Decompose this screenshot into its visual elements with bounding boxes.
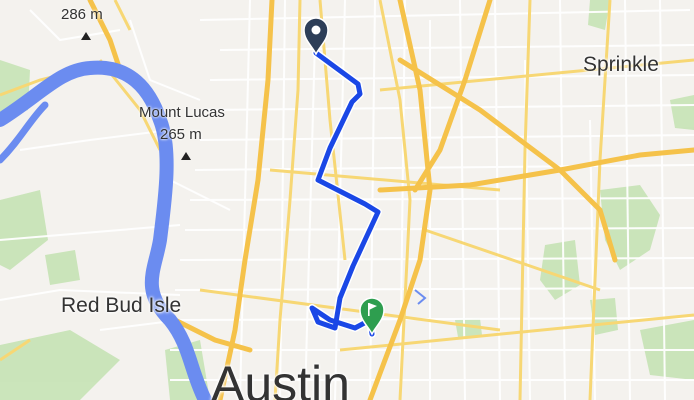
- peak-icon: [81, 32, 91, 40]
- sprinkle-label: Sprinkle: [583, 53, 659, 76]
- mount-lucas-peak-icon: [181, 152, 191, 160]
- start-dot-icon: [311, 25, 321, 35]
- mount-lucas-elevation-label: 265 m: [160, 126, 202, 143]
- end-marker[interactable]: [359, 297, 385, 336]
- austin-label: Austin: [211, 356, 350, 400]
- route-line: [308, 49, 382, 338]
- creek: [414, 289, 427, 305]
- peak-elevation-label: 286 m: [61, 6, 103, 23]
- mount-lucas-label: Mount Lucas: [139, 104, 225, 121]
- red-bud-isle-label: Red Bud Isle: [61, 294, 182, 317]
- route-map[interactable]: 286 m Mount Lucas 265 m Sprinkle Red Bud…: [0, 0, 694, 400]
